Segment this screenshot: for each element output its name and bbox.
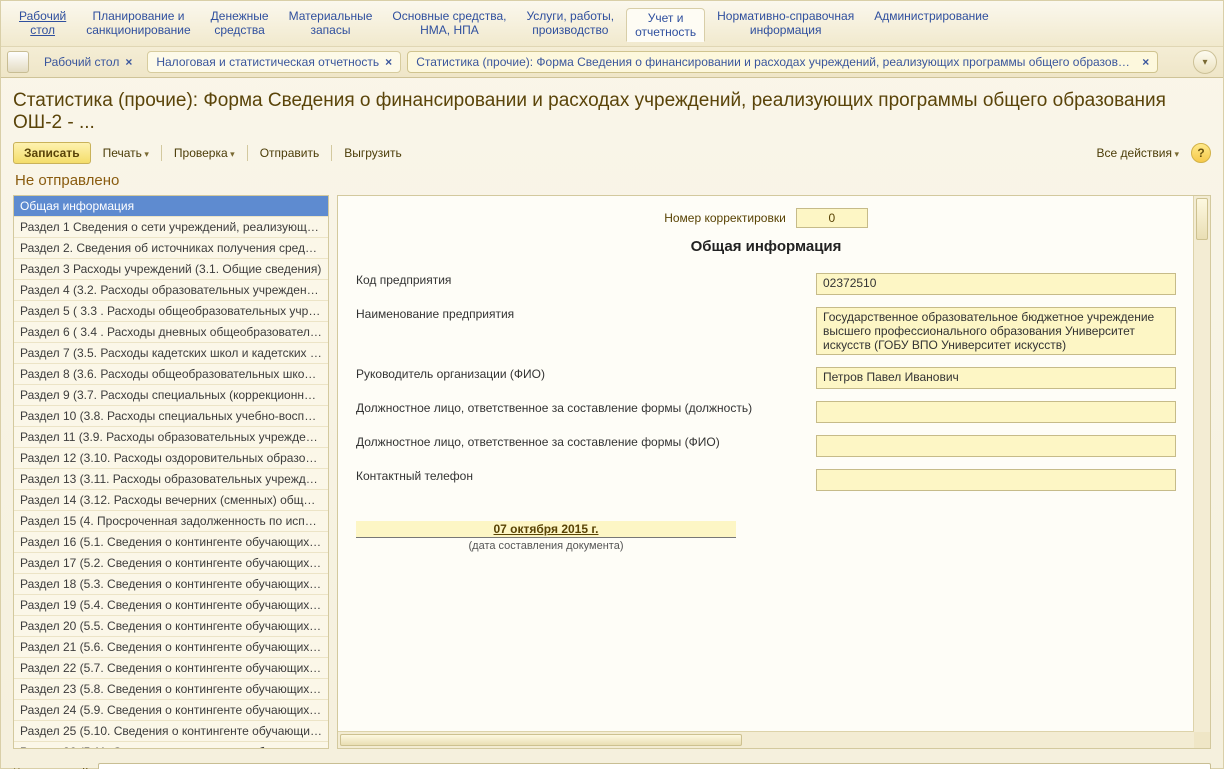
scroll-corner — [1194, 732, 1210, 748]
code-input[interactable]: 02372510 — [816, 273, 1176, 295]
scroll-thumb[interactable] — [1196, 198, 1208, 240]
tab-label: Налоговая и статистическая отчетность — [156, 55, 379, 69]
comment-row: Комментарий: — [1, 757, 1223, 769]
tab-label: Рабочий стол — [44, 55, 119, 69]
sidebar-item[interactable]: Раздел 12 (3.10. Расходы оздоровительных… — [14, 448, 328, 469]
sidebar-item[interactable]: Раздел 10 (3.8. Расходы специальных учеб… — [14, 406, 328, 427]
resp-name-label: Должностное лицо, ответственное за соста… — [356, 435, 816, 449]
work-area: Общая информацияРаздел 1 Сведения о сети… — [13, 195, 1211, 749]
nav-desktop[interactable]: Рабочий стол — [11, 7, 74, 39]
comment-input[interactable] — [98, 763, 1211, 769]
nav-services[interactable]: Услуги, работы, производство — [518, 7, 622, 39]
sidebar-item[interactable]: Раздел 14 (3.12. Расходы вечерних (сменн… — [14, 490, 328, 511]
nav-planning[interactable]: Планирование и санкционирование — [78, 7, 198, 39]
sidebar-item[interactable]: Раздел 25 (5.10. Сведения о контингенте … — [14, 721, 328, 742]
code-label: Код предприятия — [356, 273, 816, 287]
correction-input[interactable]: 0 — [796, 208, 868, 228]
name-input[interactable]: Государственное образовательное бюджетно… — [816, 307, 1176, 355]
doc-date-caption: (дата составления документа) — [356, 540, 736, 552]
app-window: Рабочий стол Планирование и санкциониров… — [0, 0, 1224, 769]
send-button[interactable]: Отправить — [254, 143, 326, 163]
sidebar-item[interactable]: Раздел 11 (3.9. Расходы образовательных … — [14, 427, 328, 448]
sidebar-item[interactable]: Раздел 8 (3.6. Расходы общеобразовательн… — [14, 364, 328, 385]
resp-position-label: Должностное лицо, ответственное за соста… — [356, 401, 816, 415]
sidebar-item[interactable]: Раздел 2. Сведения об источниках получен… — [14, 238, 328, 259]
sidebar-item[interactable]: Раздел 9 (3.7. Расходы специальных (корр… — [14, 385, 328, 406]
separator — [247, 145, 248, 161]
tab-statistics-form[interactable]: Статистика (прочие): Форма Сведения о фи… — [407, 51, 1158, 73]
sidebar-item[interactable]: Раздел 4 (3.2. Расходы образовательных у… — [14, 280, 328, 301]
caret-icon — [1172, 146, 1179, 160]
print-button[interactable]: Печать — [97, 143, 155, 163]
tab-label: Статистика (прочие): Форма Сведения о фи… — [416, 55, 1136, 69]
vertical-scrollbar[interactable] — [1193, 196, 1210, 732]
write-button[interactable]: Записать — [13, 142, 91, 164]
nav-reference[interactable]: Нормативно-справочная информация — [709, 7, 862, 39]
tab-tax-report[interactable]: Налоговая и статистическая отчетность × — [147, 51, 401, 73]
tab-desktop[interactable]: Рабочий стол × — [35, 51, 141, 73]
section-header: Общая информация — [356, 238, 1176, 255]
nav-assets[interactable]: Основные средства, НМА, НПА — [384, 7, 514, 39]
resp-position-input[interactable] — [816, 401, 1176, 423]
sidebar-item[interactable]: Раздел 5 ( 3.3 . Расходы общеобразовател… — [14, 301, 328, 322]
sidebar-item[interactable]: Раздел 13 (3.11. Расходы образовательных… — [14, 469, 328, 490]
close-icon[interactable]: × — [385, 55, 392, 69]
status-text: Не отправлено — [15, 172, 1211, 189]
sidebar-item[interactable]: Раздел 17 (5.2. Сведения о контингенте о… — [14, 553, 328, 574]
sidebar-item[interactable]: Раздел 15 (4. Просроченная задолженность… — [14, 511, 328, 532]
nav-accounting[interactable]: Учет и отчетность — [626, 8, 705, 42]
head-input[interactable]: Петров Павел Иванович — [816, 367, 1176, 389]
sidebar-item[interactable]: Раздел 21 (5.6. Сведения о контингенте о… — [14, 637, 328, 658]
export-button[interactable]: Выгрузить — [338, 143, 408, 163]
sidebar-item[interactable]: Общая информация — [14, 196, 328, 217]
sidebar-item[interactable]: Раздел 18 (5.3. Сведения о контингенте о… — [14, 574, 328, 595]
main-nav: Рабочий стол Планирование и санкциониров… — [1, 1, 1223, 47]
toolbar: Записать Печать Проверка Отправить Выгру… — [13, 142, 1211, 164]
sidebar-item[interactable]: Раздел 23 (5.8. Сведения о контингенте о… — [14, 679, 328, 700]
tabs-row: Рабочий стол × Налоговая и статистическа… — [1, 47, 1223, 78]
sidebar-item[interactable]: Раздел 1 Сведения о сети учреждений, реа… — [14, 217, 328, 238]
nav-admin[interactable]: Администрирование — [866, 7, 996, 25]
name-label: Наименование предприятия — [356, 307, 816, 321]
form-panel: Номер корректировки 0 Общая информация К… — [337, 195, 1211, 749]
sidebar-item[interactable]: Раздел 19 (5.4. Сведения о контингенте о… — [14, 595, 328, 616]
sidebar-item[interactable]: Раздел 7 (3.5. Расходы кадетских школ и … — [14, 343, 328, 364]
close-icon[interactable]: × — [1142, 55, 1149, 69]
scroll-thumb[interactable] — [340, 734, 742, 746]
sidebar-item[interactable]: Раздел 26 (5.11. Сведения о контингенте … — [14, 742, 328, 749]
close-icon[interactable]: × — [125, 55, 132, 69]
correction-label: Номер корректировки — [664, 211, 786, 225]
sidebar-item[interactable]: Раздел 20 (5.5. Сведения о контингенте о… — [14, 616, 328, 637]
page-title: Статистика (прочие): Форма Сведения о фи… — [13, 90, 1211, 134]
sidebar-item[interactable]: Раздел 6 ( 3.4 . Расходы дневных общеобр… — [14, 322, 328, 343]
sidebar-item[interactable]: Раздел 3 Расходы учреждений (3.1. Общие … — [14, 259, 328, 280]
nav-materials[interactable]: Материальные запасы — [281, 7, 381, 39]
head-label: Руководитель организации (ФИО) — [356, 367, 816, 381]
caret-icon — [142, 146, 149, 160]
separator — [331, 145, 332, 161]
phone-label: Контактный телефон — [356, 469, 816, 483]
all-actions-button[interactable]: Все действия — [1091, 143, 1186, 163]
nav-money[interactable]: Денежные средства — [203, 7, 277, 39]
form-scroll: Номер корректировки 0 Общая информация К… — [338, 196, 1194, 732]
doc-date-input[interactable]: 07 октября 2015 г. — [356, 521, 736, 538]
tabs-overflow-button[interactable]: ▾ — [1193, 50, 1217, 74]
sidebar-item[interactable]: Раздел 24 (5.9. Сведения о контингенте о… — [14, 700, 328, 721]
separator — [161, 145, 162, 161]
content: Статистика (прочие): Форма Сведения о фи… — [1, 78, 1223, 757]
resp-name-input[interactable] — [816, 435, 1176, 457]
sections-sidebar[interactable]: Общая информацияРаздел 1 Сведения о сети… — [13, 195, 329, 749]
sidebar-item[interactable]: Раздел 16 (5.1. Сведения о контингенте о… — [14, 532, 328, 553]
desktop-icon — [7, 51, 29, 73]
caret-icon — [228, 146, 235, 160]
phone-input[interactable] — [816, 469, 1176, 491]
check-button[interactable]: Проверка — [168, 143, 241, 163]
help-icon[interactable]: ? — [1191, 143, 1211, 163]
sidebar-item[interactable]: Раздел 22 (5.7. Сведения о контингенте о… — [14, 658, 328, 679]
horizontal-scrollbar[interactable] — [338, 731, 1194, 748]
